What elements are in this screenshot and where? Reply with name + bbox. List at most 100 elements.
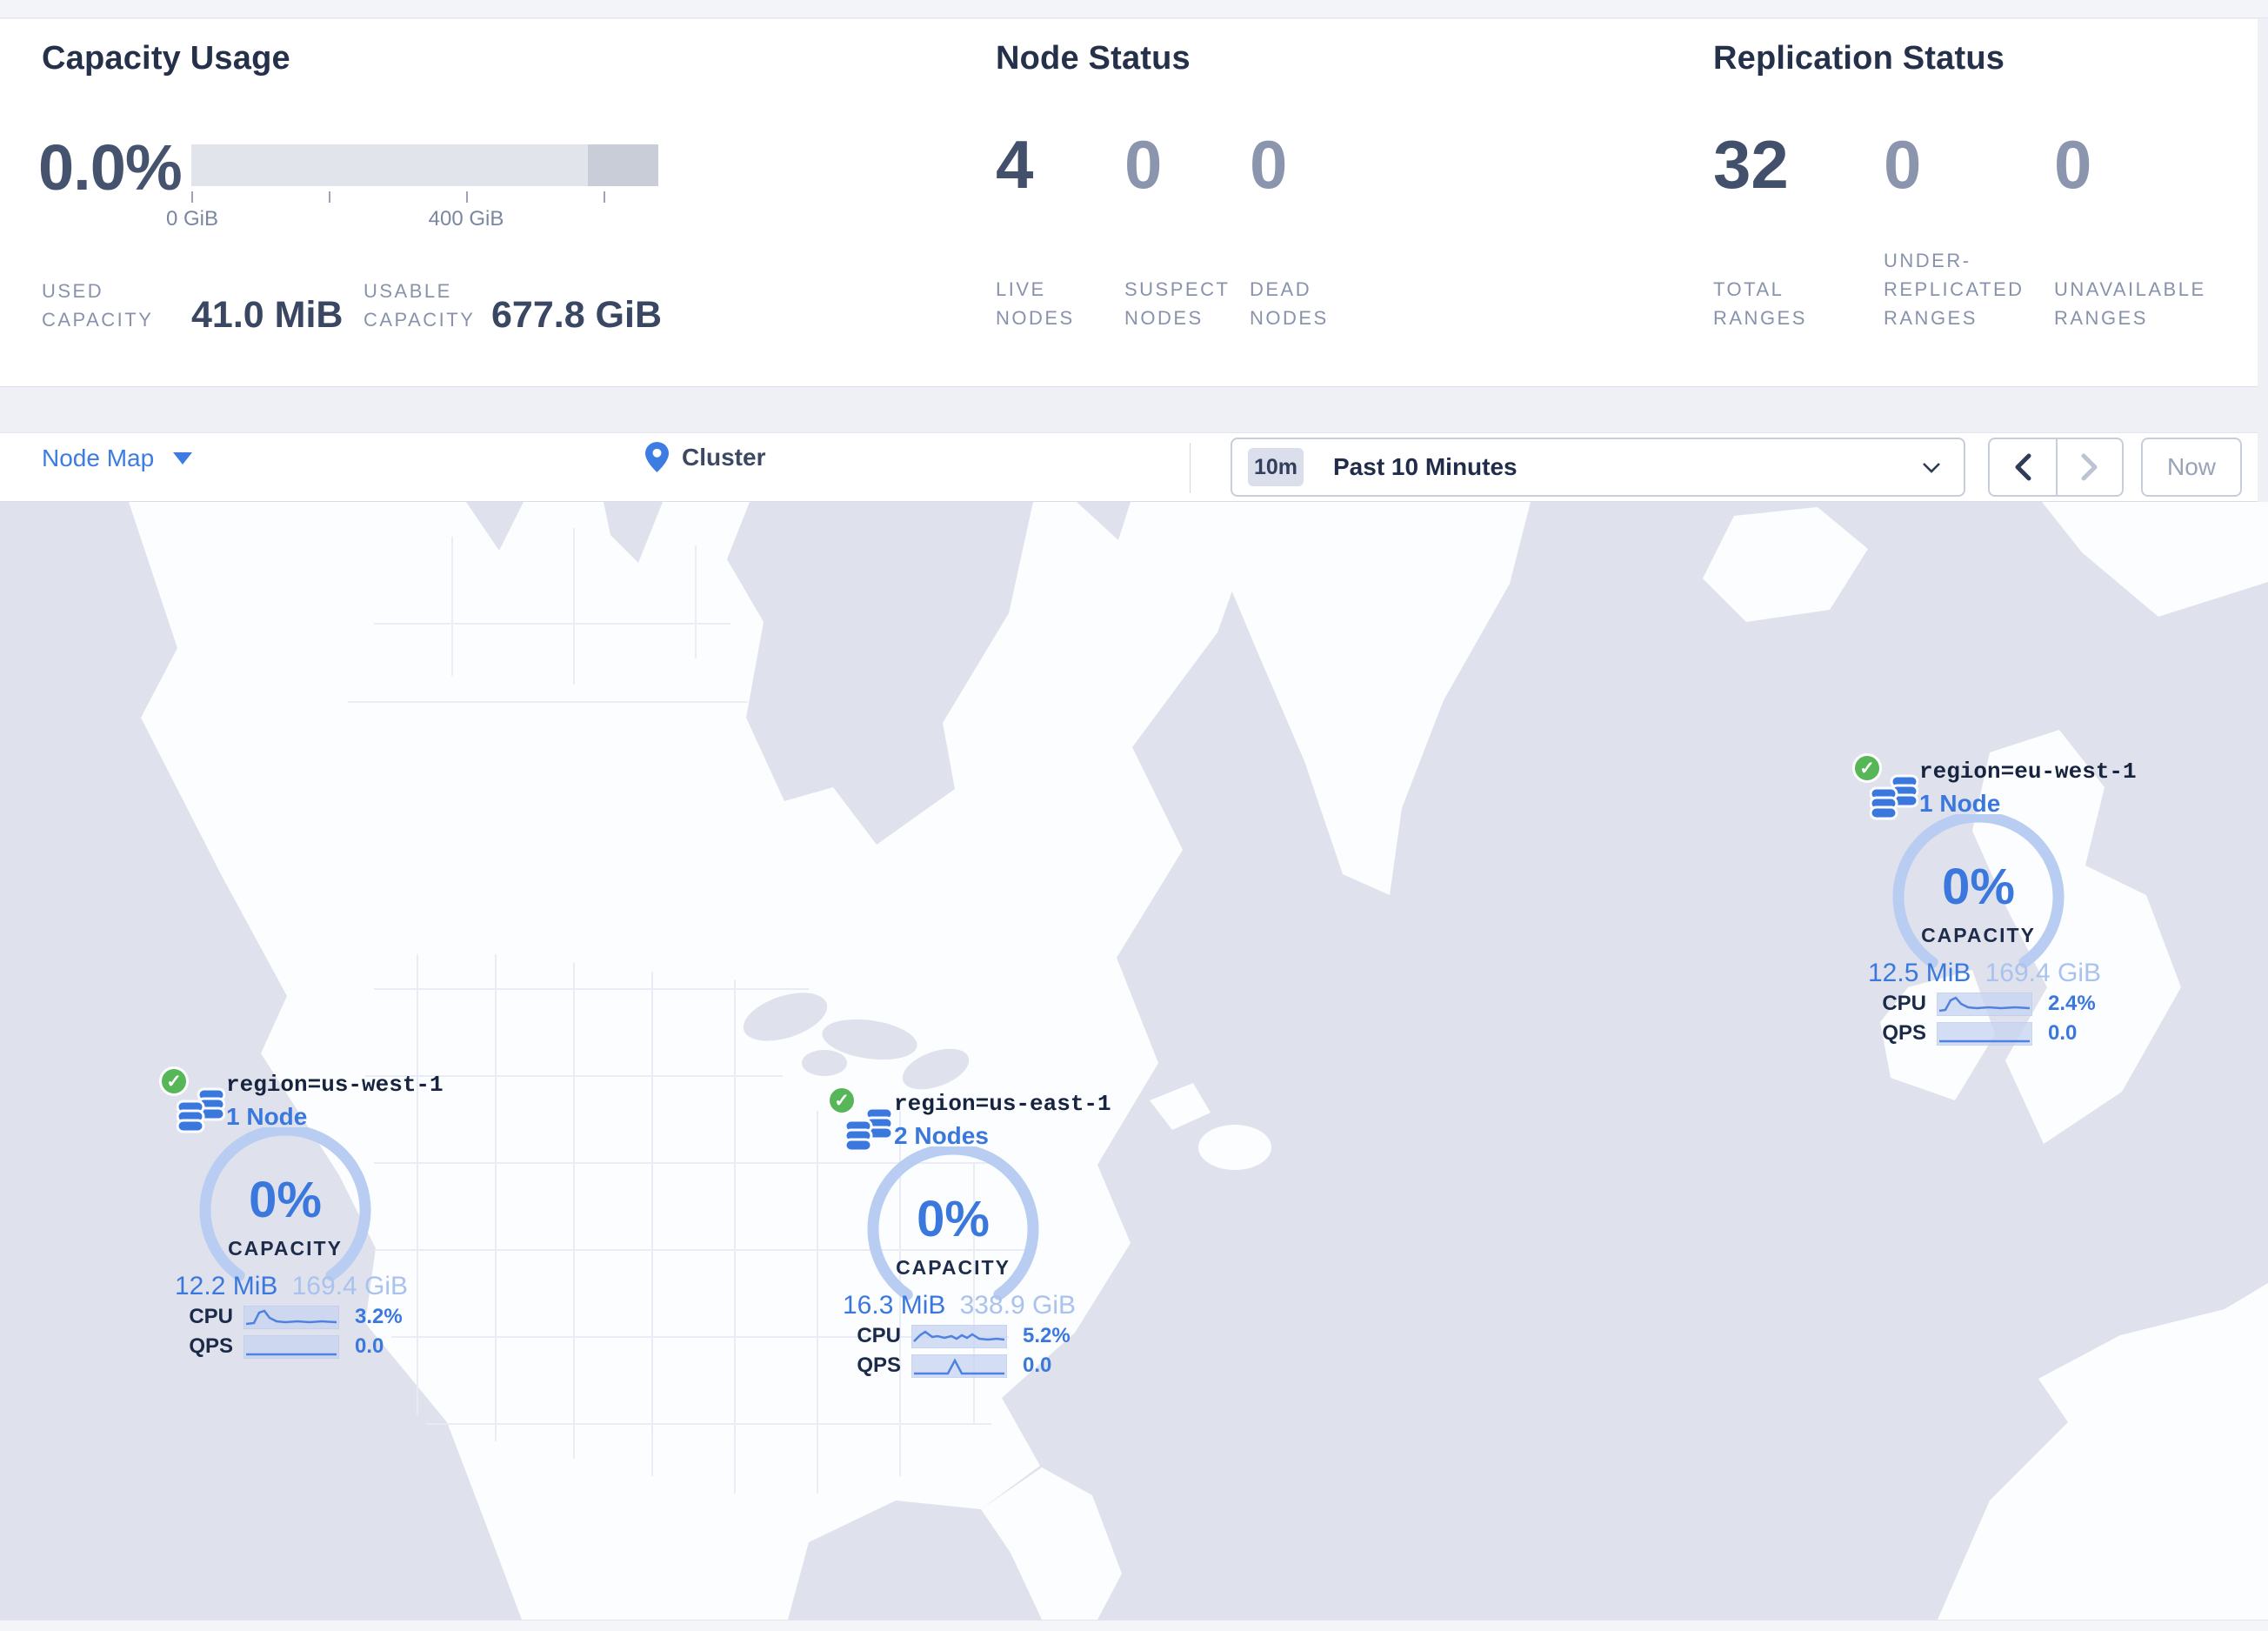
total-value: 338.9 GiB [959, 1291, 1076, 1320]
under-replicated-ranges-value: 0 [1884, 126, 1922, 203]
time-range-select[interactable]: 10m Past 10 Minutes [1231, 438, 1965, 497]
capacity-axis-tick [329, 191, 330, 203]
qps-metric-row: QPS 0.0 [175, 1334, 384, 1359]
unavailable-ranges-value: 0 [2054, 126, 2092, 203]
cpu-sparkline [1937, 992, 2032, 1016]
cpu-sparkline [911, 1324, 1007, 1348]
capacity-axis-label-0: 0 GiB [165, 207, 219, 231]
now-button[interactable]: Now [2141, 438, 2242, 497]
qps-metric-row: QPS 0.0 [843, 1354, 1051, 1378]
capacity-usage-percent: 0.0% [38, 131, 183, 204]
capacity-usage-bar [191, 144, 658, 186]
gauge-percent: 0% [917, 1191, 990, 1247]
view-selector-label: Node Map [42, 445, 155, 471]
qps-sparkline [1937, 1021, 2032, 1046]
database-icon [844, 1106, 893, 1153]
used-capacity-value: 41.0 MiB [191, 294, 344, 336]
cpu-value: 3.2% [355, 1305, 403, 1328]
live-nodes-value: 4 [996, 126, 1034, 203]
page-top-strip [0, 0, 2268, 18]
qps-value: 0.0 [355, 1334, 384, 1358]
cpu-metric-row: CPU 3.2% [175, 1305, 403, 1329]
under-replicated-ranges-stat: 0 UNDER-REPLICATED RANGES [1884, 130, 2054, 332]
capacity-bar-usable-segment [191, 144, 589, 186]
capacity-values: 16.3 MiB 338.9 GiB [843, 1291, 1076, 1320]
gauge-caption: CAPACITY [896, 1256, 1011, 1279]
check-circle-icon: ✓ [159, 1066, 189, 1096]
database-icon [1870, 774, 1918, 820]
unavailable-ranges-label: UNAVAILABLE RANGES [2054, 278, 2206, 329]
toolbar-divider [1190, 443, 1191, 493]
capacity-axis-label-400: 400 GiB [428, 207, 504, 231]
capacity-bar-other-segment [588, 144, 658, 186]
qps-sparkline [243, 1334, 339, 1359]
gauge-percent: 0% [249, 1172, 322, 1228]
suspect-nodes-value: 0 [1124, 126, 1163, 203]
qps-metric-row: QPS 0.0 [1868, 1021, 2077, 1046]
replication-status-columns: 32 TOTAL RANGES 0 UNDER-REPLICATED RANGE… [1713, 130, 2237, 332]
qps-sparkline [911, 1354, 1007, 1378]
node-status-columns: 4 LIVE NODES 0 SUSPECT NODES 0 DEAD NODE… [996, 130, 1406, 332]
cpu-label: CPU [189, 1305, 233, 1328]
region-marker-eu-west-1[interactable]: ✓ region=eu-west-1 1 Node 0% CAPACITY 12… [1852, 753, 2137, 1066]
usable-capacity-value: 677.8 GiB [491, 294, 662, 336]
total-ranges-value: 32 [1713, 126, 1789, 203]
usable-capacity-label: USABLE CAPACITY [364, 280, 476, 331]
under-replicated-ranges-label: UNDER-REPLICATED RANGES [1884, 250, 2025, 329]
suspect-nodes-stat: 0 SUSPECT NODES [1124, 130, 1250, 332]
capacity-axis-tick [191, 191, 193, 203]
breadcrumb[interactable]: Cluster [645, 442, 765, 472]
dead-nodes-label: DEAD NODES [1250, 278, 1329, 329]
cpu-sparkline [243, 1305, 339, 1329]
cpu-metric-row: CPU 5.2% [843, 1324, 1071, 1348]
page-bottom-strip [0, 1620, 2268, 1631]
check-circle-icon: ✓ [827, 1086, 857, 1115]
qps-value: 0.0 [1023, 1354, 1052, 1377]
region-name: region=eu-west-1 [1919, 759, 2137, 785]
caret-down-icon [173, 452, 193, 465]
total-ranges-label: TOTAL RANGES [1713, 278, 1807, 329]
region-name: region=us-east-1 [894, 1091, 1111, 1117]
capacity-usage-title: Capacity Usage [42, 40, 290, 77]
next-interval-button[interactable] [2056, 439, 2122, 495]
gauge-percent: 0% [1942, 859, 2015, 915]
node-status-title: Node Status [996, 40, 1191, 77]
cpu-metric-row: CPU 2.4% [1868, 992, 2096, 1016]
dead-nodes-value: 0 [1250, 126, 1288, 203]
capacity-axis-tick [466, 191, 468, 203]
used-value: 12.5 MiB [1868, 959, 1971, 987]
total-ranges-stat: 32 TOTAL RANGES [1713, 130, 1884, 332]
cpu-label: CPU [1882, 992, 1926, 1015]
gauge-caption: CAPACITY [228, 1237, 343, 1260]
time-window-pager [1988, 438, 2124, 497]
breadcrumb-label: Cluster [682, 443, 766, 471]
region-marker-us-west-1[interactable]: ✓ region=us-west-1 1 Node 0% CAPACITY 12… [159, 1066, 444, 1380]
chevron-left-icon [2015, 453, 2031, 481]
view-selector-dropdown[interactable]: Node Map [42, 445, 193, 472]
capacity-values: 12.2 MiB 169.4 GiB [175, 1272, 408, 1301]
qps-label: QPS [857, 1354, 901, 1377]
live-nodes-label: LIVE NODES [996, 278, 1075, 329]
world-map: ✓ region=us-west-1 1 Node 0% CAPACITY 12… [0, 502, 2268, 1620]
qps-value: 0.0 [2048, 1021, 2078, 1045]
total-value: 169.4 GiB [291, 1272, 408, 1300]
time-range-badge: 10m [1248, 448, 1304, 486]
used-value: 16.3 MiB [843, 1291, 946, 1320]
replication-status-title: Replication Status [1713, 40, 2005, 77]
time-range-label: Past 10 Minutes [1333, 453, 1518, 480]
cpu-label: CPU [857, 1324, 901, 1347]
dead-nodes-stat: 0 DEAD NODES [1250, 130, 1406, 332]
chevron-down-icon [1923, 462, 1940, 473]
qps-label: QPS [1882, 1021, 1926, 1045]
check-circle-icon: ✓ [1852, 753, 1882, 783]
region-marker-us-east-1[interactable]: ✓ region=us-east-1 2 Nodes 0% CAPACITY 1… [827, 1086, 1111, 1399]
previous-interval-button[interactable] [1990, 439, 2056, 495]
node-map-page: Capacity Usage 0.0% 0 GiB 400 GiB USED C… [0, 0, 2268, 1631]
total-value: 169.4 GiB [1984, 959, 2101, 987]
capacity-axis-tick [604, 191, 605, 203]
live-nodes-stat: 4 LIVE NODES [996, 130, 1124, 332]
region-name: region=us-west-1 [226, 1072, 444, 1098]
suspect-nodes-label: SUSPECT NODES [1124, 278, 1231, 329]
used-capacity-label: USED CAPACITY [42, 280, 154, 331]
database-icon [177, 1087, 225, 1133]
